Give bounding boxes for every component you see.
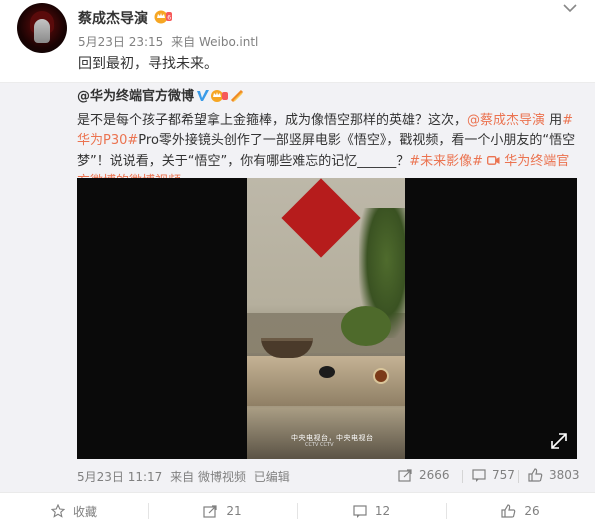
repost-date[interactable]: 5月23日 11:17 [77, 470, 162, 484]
repost-count: 21 [226, 504, 242, 518]
like-count: 26 [524, 504, 540, 518]
star-icon [50, 504, 65, 518]
chevron-down-icon[interactable] [562, 2, 578, 14]
share-icon [398, 468, 412, 482]
fu-banner-image [281, 178, 361, 258]
repost-share-stat[interactable]: 2666 [398, 468, 450, 482]
author-name[interactable]: 蔡成杰导演 [78, 8, 148, 28]
video-beetle [319, 366, 335, 378]
fullscreen-icon[interactable] [550, 432, 568, 450]
repost-source: 来自 微博视频 [170, 470, 246, 484]
divider [462, 470, 463, 483]
favorite-label: 收藏 [72, 504, 97, 519]
repost-text-part1: 是不是每个孩子都希望拿上金箍棒，成为像悟空那样的英雄？这次， [77, 112, 468, 128]
video-bush [341, 306, 391, 346]
comment-icon [472, 468, 486, 482]
post-text: 回到最初，寻找未来。 [78, 56, 218, 72]
repost-author[interactable]: @华为终端官方微博 [77, 89, 194, 104]
thumbs-up-icon [501, 504, 516, 518]
repost-share-count: 2666 [419, 468, 450, 482]
video-bowl [261, 338, 313, 358]
post-date[interactable]: 5月23日 23:15 [78, 35, 163, 49]
repost-badges [196, 89, 244, 111]
repost-text: @华为终端官方微博 是不是每个孩子都希望拿上金箍棒，成为像悟空那样的英雄？这次，… [77, 87, 577, 193]
repost-edited[interactable]: 已编辑 [254, 470, 290, 484]
medal-icon [230, 89, 244, 103]
verified-blue-icon [197, 90, 210, 101]
favorite-button[interactable]: 收藏 [0, 493, 148, 528]
action-bar: 收藏 21 12 26 [0, 492, 595, 528]
post-meta: 5月23日 23:15 来自 Weibo.intl [78, 33, 262, 50]
share-icon [203, 504, 217, 518]
repost-comment-stat[interactable]: 757 [472, 468, 515, 482]
repost-container: @华为终端官方微博 是不是每个孩子都希望拿上金箍棒，成为像悟空那样的英雄？这次，… [0, 82, 595, 492]
vip-crown-icon [211, 90, 229, 102]
divider [518, 470, 519, 483]
video-player[interactable]: 中央电视台，中央电视台 CCTV CCTV [77, 178, 577, 459]
avatar-figure [34, 19, 50, 43]
video-toy [373, 368, 389, 384]
video-frame[interactable]: 中央电视台，中央电视台 CCTV CCTV [247, 178, 405, 459]
hashtag-future-link[interactable]: #未来影像# [409, 154, 483, 169]
svg-text:6: 6 [167, 15, 171, 22]
weibo-post-card: 蔡成杰导演 6 5月23日 23:15 来自 Weibo.intl 回到最初，寻… [0, 0, 595, 528]
repost-meta: 5月23日 11:17 来自 微博视频 已编辑 [77, 468, 294, 485]
comment-button[interactable]: 12 [297, 493, 446, 528]
video-camera-icon [487, 155, 500, 165]
repost-button[interactable]: 21 [148, 493, 297, 528]
mention-link[interactable]: @蔡成杰导演 [467, 113, 545, 128]
video-subtitle-small: CCTV CCTV [305, 442, 334, 448]
repost-like-count: 3803 [549, 468, 580, 482]
post-source: 来自 Weibo.intl [171, 35, 259, 49]
thumbs-up-icon [528, 468, 543, 482]
avatar[interactable] [17, 3, 67, 53]
repost-comment-count: 757 [492, 468, 515, 482]
like-button[interactable]: 26 [446, 493, 595, 528]
comment-count: 12 [374, 504, 391, 518]
repost-like-stat[interactable]: 3803 [528, 468, 580, 482]
comment-icon [353, 504, 367, 518]
repost-text-part2: 用 [545, 112, 563, 128]
vip-crown-icon[interactable]: 6 [153, 9, 173, 24]
